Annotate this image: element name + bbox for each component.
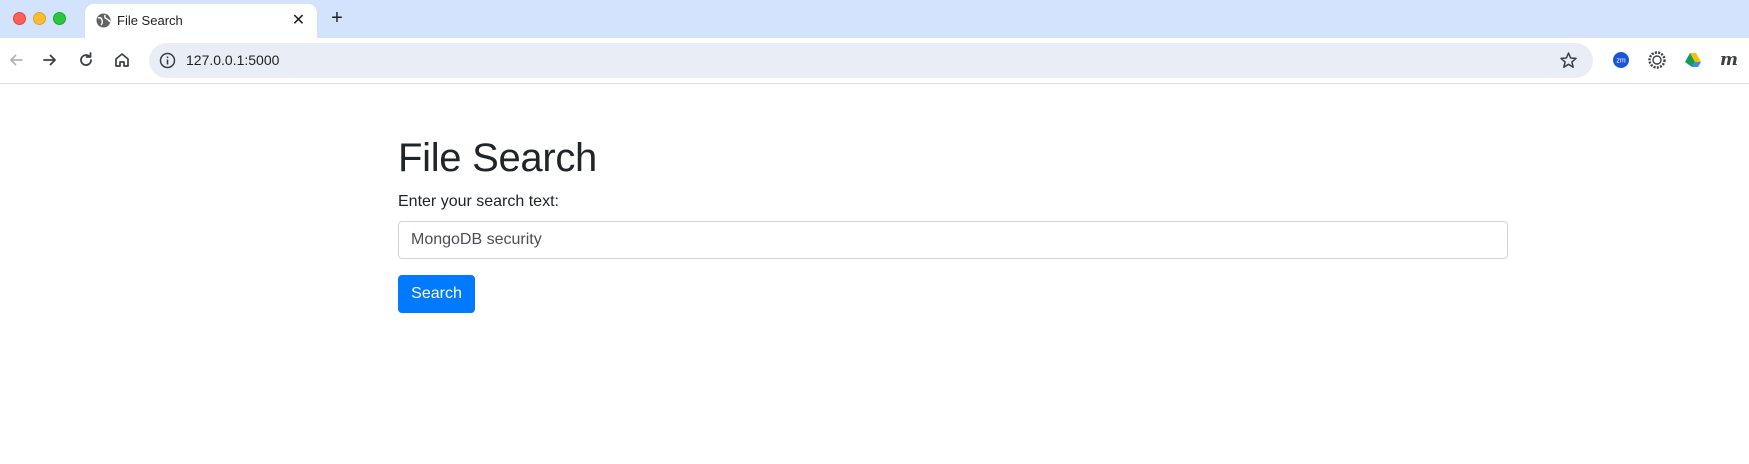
url-text[interactable]: 127.0.0.1:5000	[186, 52, 279, 68]
page-title: File Search	[398, 136, 598, 180]
m-extension-icon[interactable]: m	[1718, 49, 1740, 71]
gear-extension-icon[interactable]	[1646, 49, 1668, 71]
svg-text:zm: zm	[1616, 58, 1626, 65]
search-input[interactable]	[398, 221, 1508, 259]
tab-title: File Search	[117, 13, 183, 28]
home-icon[interactable]	[111, 49, 133, 71]
globe-icon	[95, 12, 112, 29]
google-drive-icon[interactable]	[1682, 49, 1704, 71]
bookmark-star-icon[interactable]	[1558, 50, 1579, 71]
close-window-button[interactable]	[13, 12, 26, 25]
new-tab-button[interactable]: +	[327, 8, 347, 28]
browser-toolbar: 127.0.0.1:5000 zm m	[0, 38, 1749, 84]
svg-text:m: m	[1720, 50, 1738, 70]
maximize-window-button[interactable]	[53, 12, 66, 25]
close-tab-icon[interactable]: ✕	[290, 12, 307, 29]
reload-icon[interactable]	[75, 49, 97, 71]
forward-arrow-icon[interactable]	[39, 49, 61, 71]
minimize-window-button[interactable]	[33, 12, 46, 25]
search-button[interactable]: Search	[398, 275, 475, 313]
tab-bar: File Search ✕ +	[0, 0, 1749, 38]
zm-extension-icon[interactable]: zm	[1610, 49, 1632, 71]
address-bar[interactable]: 127.0.0.1:5000	[149, 43, 1593, 78]
info-icon[interactable]	[157, 50, 178, 71]
back-arrow-icon[interactable]	[5, 49, 27, 71]
search-label: Enter your search text:	[398, 193, 559, 210]
active-tab[interactable]: File Search ✕	[85, 4, 317, 38]
